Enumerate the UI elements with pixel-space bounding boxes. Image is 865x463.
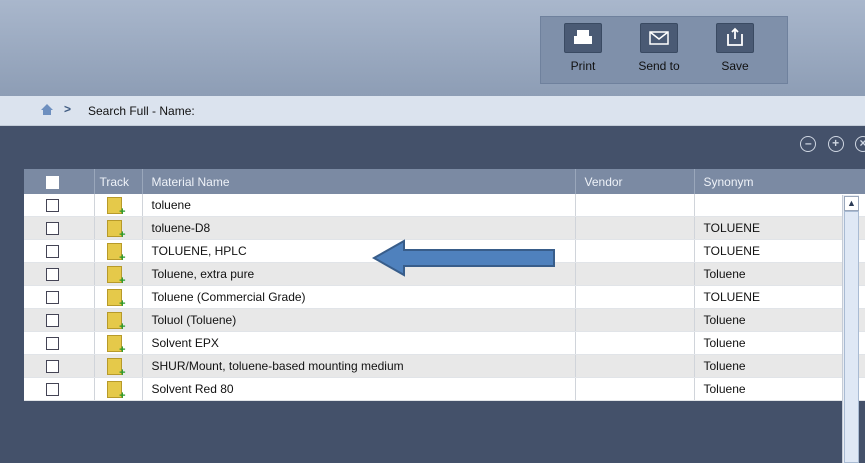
- material-name-cell[interactable]: Toluol (Toluene): [142, 308, 576, 332]
- send-to-button[interactable]: Send to: [631, 23, 687, 73]
- table-row[interactable]: SHUR/Mount, toluene-based mounting mediu…: [24, 354, 865, 378]
- row-checkbox[interactable]: [24, 331, 95, 355]
- table-row[interactable]: toluene: [24, 194, 865, 217]
- track-icon: [106, 242, 126, 262]
- row-checkbox[interactable]: [24, 308, 95, 332]
- vendor-cell: [575, 377, 695, 401]
- breadcrumb-separator: >: [64, 102, 72, 116]
- breadcrumb-text: Search Full - Name:: [88, 104, 195, 118]
- track-icon: [106, 380, 126, 400]
- panel-controls: – + ×: [792, 136, 865, 152]
- synonym-cell: Toluene: [694, 308, 865, 332]
- table-row[interactable]: Toluol (Toluene) Toluene: [24, 308, 865, 332]
- column-header-synonym[interactable]: Synonym: [694, 169, 865, 194]
- row-checkbox[interactable]: [24, 262, 95, 286]
- top-toolbar: Print Send to Save: [0, 0, 865, 96]
- table-row[interactable]: Toluene (Commercial Grade) TOLUENE: [24, 285, 865, 309]
- select-all-checkbox[interactable]: [24, 169, 95, 194]
- vertical-scrollbar[interactable]: ▲: [842, 195, 859, 463]
- synonym-cell: [694, 194, 865, 217]
- synonym-cell: Toluene: [694, 331, 865, 355]
- track-icon: [106, 219, 126, 239]
- table-row[interactable]: toluene-D8 TOLUENE: [24, 216, 865, 240]
- vendor-cell: [575, 354, 695, 378]
- synonym-cell: TOLUENE: [694, 216, 865, 240]
- synonym-cell: TOLUENE: [694, 285, 865, 309]
- save-icon: [716, 23, 754, 53]
- row-checkbox[interactable]: [24, 377, 95, 401]
- material-name-cell[interactable]: Solvent Red 80: [142, 377, 576, 401]
- track-icon: [106, 334, 126, 354]
- material-name-cell[interactable]: Solvent EPX: [142, 331, 576, 355]
- left-arrow-annotation: [371, 239, 555, 277]
- material-name-cell[interactable]: toluene-D8: [142, 216, 576, 240]
- track-button[interactable]: [94, 262, 143, 286]
- track-icon: [106, 196, 126, 216]
- track-icon: [106, 288, 126, 308]
- column-header-vendor[interactable]: Vendor: [575, 169, 695, 194]
- column-header-track[interactable]: Track: [94, 169, 143, 194]
- vendor-cell: [575, 194, 695, 217]
- collapse-icon[interactable]: –: [800, 136, 817, 152]
- vendor-cell: [575, 239, 695, 263]
- save-button[interactable]: Save: [707, 23, 763, 73]
- action-group: Print Send to Save: [540, 16, 788, 84]
- track-button[interactable]: [94, 377, 143, 401]
- close-icon[interactable]: ×: [855, 136, 865, 152]
- expand-icon[interactable]: +: [827, 136, 844, 152]
- table-header-row: Track Material Name Vendor Synonym: [24, 169, 865, 194]
- print-label: Print: [570, 59, 596, 73]
- track-button[interactable]: [94, 308, 143, 332]
- vendor-cell: [575, 285, 695, 309]
- material-name-cell[interactable]: Toluene (Commercial Grade): [142, 285, 576, 309]
- row-checkbox[interactable]: [24, 239, 95, 263]
- table-row[interactable]: Solvent Red 80 Toluene: [24, 377, 865, 401]
- material-name-cell[interactable]: SHUR/Mount, toluene-based mounting mediu…: [142, 354, 576, 378]
- track-icon: [106, 357, 126, 377]
- vendor-cell: [575, 331, 695, 355]
- synonym-cell: Toluene: [694, 262, 865, 286]
- column-header-material[interactable]: Material Name: [142, 169, 576, 194]
- envelope-icon: [640, 23, 678, 53]
- row-checkbox[interactable]: [24, 354, 95, 378]
- track-icon: [106, 311, 126, 331]
- row-checkbox[interactable]: [24, 216, 95, 240]
- track-button[interactable]: [94, 216, 143, 240]
- track-button[interactable]: [94, 331, 143, 355]
- vendor-cell: [575, 262, 695, 286]
- printer-icon: [564, 23, 602, 53]
- home-icon[interactable]: [40, 103, 54, 119]
- breadcrumb: > Search Full - Name:: [0, 96, 865, 126]
- results-table: Track Material Name Vendor Synonym tolue…: [24, 169, 865, 401]
- print-button[interactable]: Print: [555, 23, 611, 73]
- synonym-cell: Toluene: [694, 354, 865, 378]
- track-button[interactable]: [94, 354, 143, 378]
- track-button[interactable]: [94, 285, 143, 309]
- send-to-label: Send to: [638, 59, 680, 73]
- save-label: Save: [721, 59, 749, 73]
- row-checkbox[interactable]: [24, 285, 95, 309]
- scroll-up-icon[interactable]: ▲: [844, 196, 859, 211]
- vendor-cell: [575, 308, 695, 332]
- synonym-cell: TOLUENE: [694, 239, 865, 263]
- synonym-cell: Toluene: [694, 377, 865, 401]
- vendor-cell: [575, 216, 695, 240]
- track-icon: [106, 265, 126, 285]
- track-button[interactable]: [94, 239, 143, 263]
- table-row[interactable]: Solvent EPX Toluene: [24, 331, 865, 355]
- row-checkbox[interactable]: [24, 194, 95, 217]
- material-name-cell[interactable]: toluene: [142, 194, 576, 217]
- track-button[interactable]: [94, 194, 143, 217]
- scrollbar-thumb[interactable]: [844, 211, 859, 463]
